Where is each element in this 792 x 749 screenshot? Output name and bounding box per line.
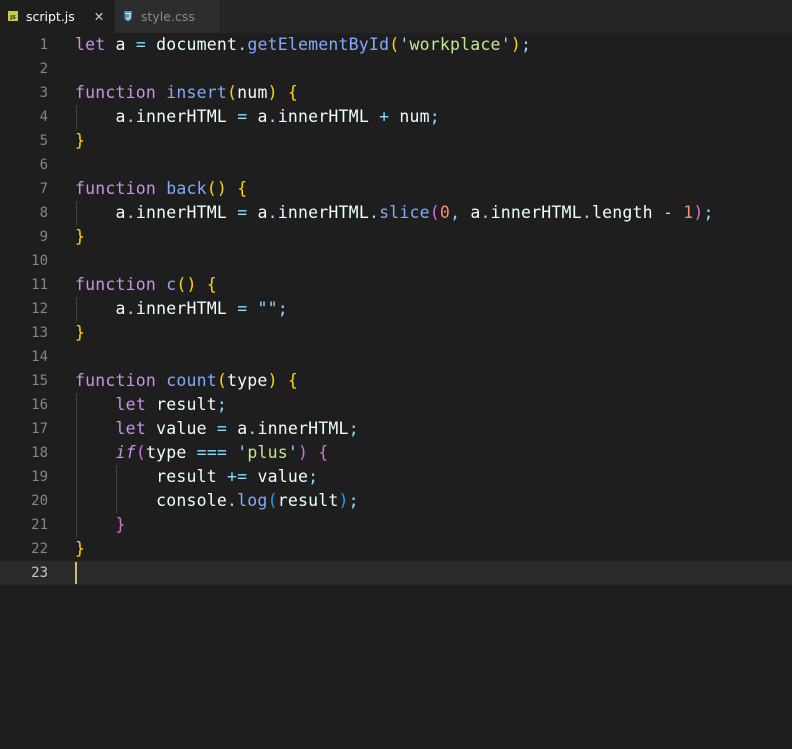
line-number: 19 [31,469,48,485]
code-text: let result; [115,395,228,414]
tab-label: style.css [141,9,195,24]
code-text: a.innerHTML = a.innerHTML + num; [115,107,440,126]
line-number: 8 [39,205,48,221]
code-text: a.innerHTML = a.innerHTML.slice(0, a.inn… [115,203,714,222]
js-file-icon: JS [8,11,18,21]
line-number: 10 [31,253,48,269]
line-number: 11 [31,277,48,293]
line-number: 23 [31,565,48,581]
code-text: } [115,515,126,534]
code-text: result += value; [156,467,319,486]
code-line: 13 [0,321,792,345]
line-number: 20 [31,493,48,509]
tab-bar: JS script.js ✕ style.css [0,0,792,33]
line-number: 18 [31,445,48,461]
line-number: 12 [31,301,48,317]
code-line: 6 [0,153,792,177]
code-text: function insert(num) { [75,83,298,102]
line-number: 1 [39,37,48,53]
text-cursor [75,562,77,584]
line-number: 16 [31,397,48,413]
code-text: function c() { [75,275,217,294]
line-number: 9 [39,229,48,245]
tab-style-css[interactable]: style.css [115,0,219,33]
line-number: 3 [39,85,48,101]
code-line: 2 [0,57,792,81]
line-number: 22 [31,541,48,557]
tab-label: script.js [26,8,75,24]
line-number: 5 [39,133,48,149]
line-number: 6 [39,157,48,173]
line-number: 14 [31,349,48,365]
line-number: 17 [31,421,48,437]
code-text: function count(type) { [75,371,298,390]
line-number: 4 [39,109,48,125]
code-line: 9 [0,225,792,249]
code-text: } [75,227,86,246]
code-text: a.innerHTML = ""; [115,299,288,318]
line-number: 15 [31,373,48,389]
code-line: 10 [0,249,792,273]
css-file-icon [123,11,133,22]
code-editor[interactable]: 1 let a = document.getElementById('workp… [0,33,792,749]
code-line: 22 [0,537,792,561]
close-icon[interactable]: ✕ [91,8,107,24]
current-line-highlight: 23 [0,561,792,585]
code-line: 5 [0,129,792,153]
line-number: 13 [31,325,48,341]
line-number: 7 [39,181,48,197]
code-text: } [75,539,86,558]
code-text: } [75,131,86,150]
line-number: 21 [31,517,48,533]
code-text: } [75,323,86,342]
code-line: 14 [0,345,792,369]
code-text: function back() { [75,179,248,198]
tab-script-js[interactable]: JS script.js ✕ [0,0,115,33]
code-text: if(type === 'plus') { [115,443,329,462]
code-text: let a = document.getElementById('workpla… [75,35,532,54]
code-text: let value = a.innerHTML; [115,419,359,438]
line-number: 2 [39,61,48,77]
svg-text:JS: JS [9,15,16,21]
code-text: console.log(result); [156,491,359,510]
